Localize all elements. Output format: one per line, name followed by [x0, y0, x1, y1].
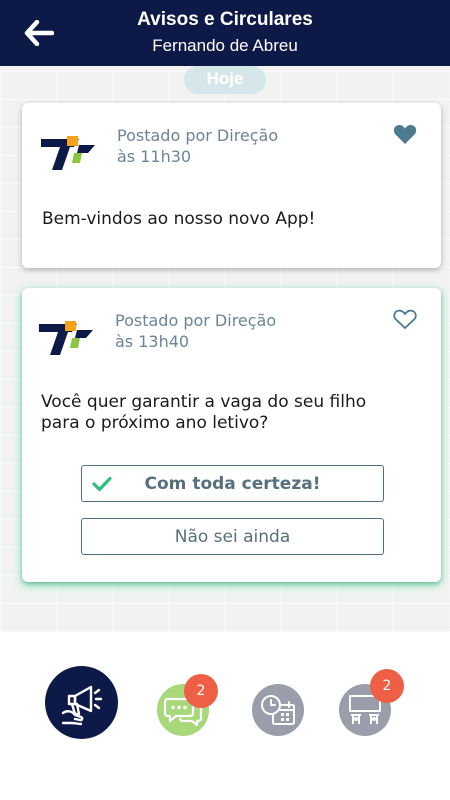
announcement-card: Postado por Direção às 11h30 Bem-vindos … — [22, 103, 441, 268]
post-message-line-2: para o próximo ano letivo? — [41, 413, 269, 433]
classroom-badge: 2 — [370, 669, 404, 703]
post-author: Postado por Direção — [115, 311, 277, 330]
heart-outline-icon[interactable] — [393, 308, 417, 330]
school-logo — [39, 321, 93, 355]
post-author: Postado por Direção — [117, 126, 279, 145]
post-message: Bem-vindos ao nosso novo App! — [42, 209, 316, 229]
answer-unsure-button[interactable]: Não sei ainda — [81, 518, 384, 555]
announcements-feed[interactable]: Hoje Postado por Direção às 11h30 Bem-vi… — [0, 66, 450, 632]
nav-announcements[interactable] — [45, 666, 118, 739]
messages-badge: 2 — [184, 674, 218, 708]
page-title: Avisos e Circulares — [137, 9, 313, 30]
answer-yes-button[interactable]: Com toda certeza! — [81, 465, 384, 502]
check-icon — [92, 476, 112, 492]
school-logo — [41, 136, 95, 170]
answer-unsure-label: Não sei ainda — [174, 527, 291, 547]
nav-schedule[interactable] — [252, 684, 304, 736]
poll-card: Postado por Direção às 13h40 Você quer g… — [22, 288, 441, 582]
post-time: às 11h30 — [117, 147, 192, 166]
answer-yes-label: Com toda certeza! — [144, 474, 321, 494]
post-time: às 13h40 — [115, 332, 190, 351]
bottom-navigation: 2 2 — [0, 632, 450, 800]
student-name: Fernando de Abreu — [152, 36, 298, 55]
megaphone-icon — [45, 666, 118, 739]
app-header: Avisos e Circulares Fernando de Abreu — [0, 0, 450, 66]
post-message-line-1: Você quer garantir a vaga do seu filho — [41, 392, 367, 412]
calendar-clock-icon — [252, 684, 304, 736]
day-separator: Hoje — [184, 66, 266, 94]
heart-filled-icon[interactable] — [393, 123, 417, 145]
